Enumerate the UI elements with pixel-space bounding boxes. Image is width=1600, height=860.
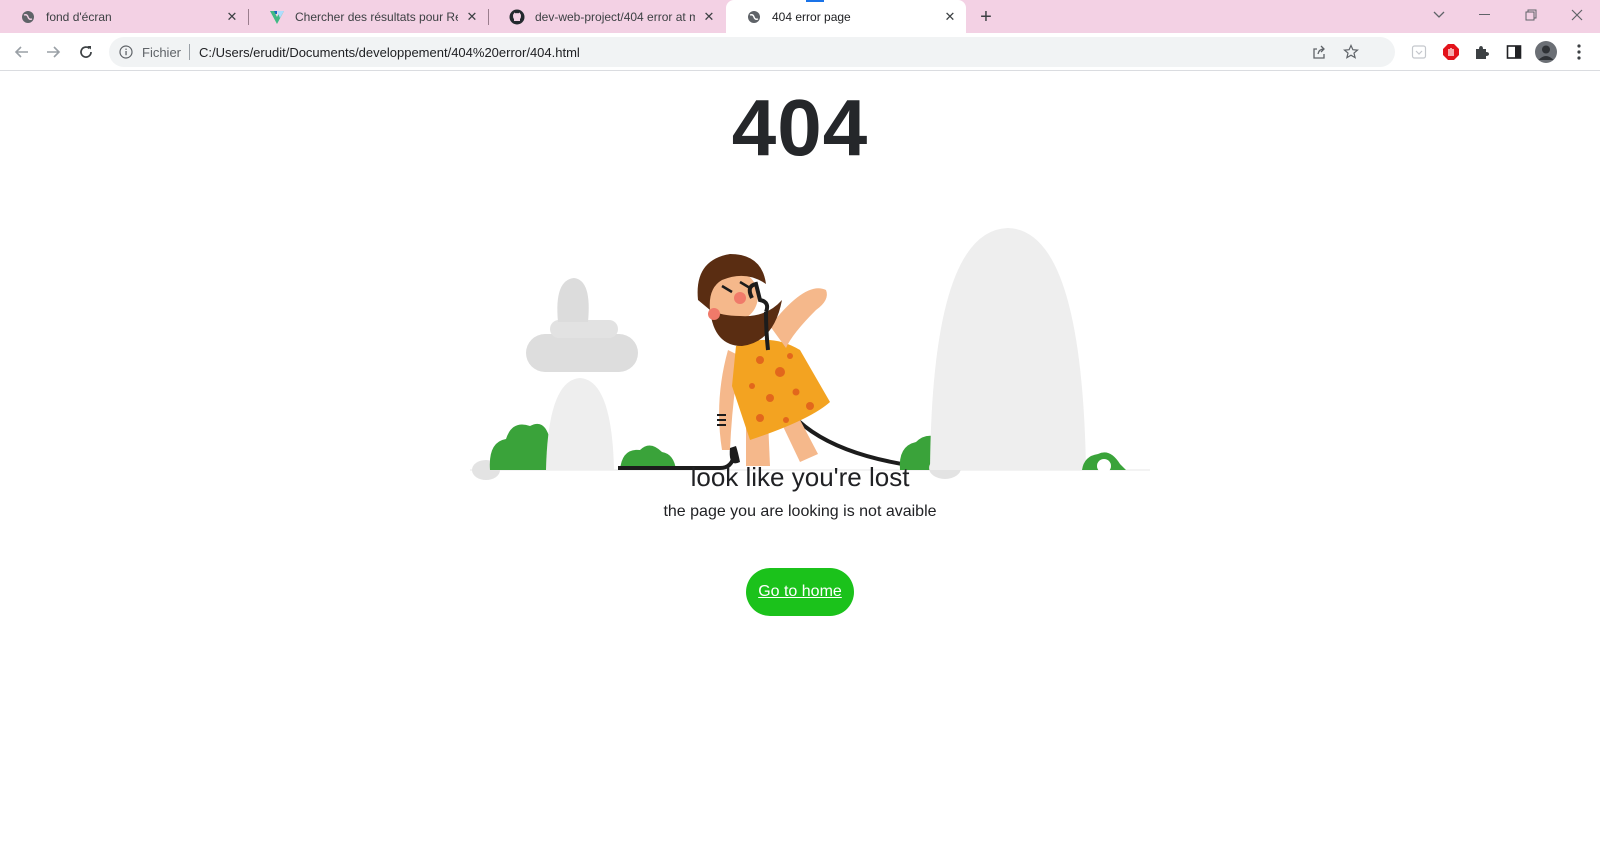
caveman-illustration [470, 228, 1150, 480]
more-menu-icon[interactable] [1570, 43, 1588, 61]
tab-title: dev-web-project/404 error at ma [535, 9, 695, 24]
tab-fond-ecran[interactable]: fond d'écran ✕ [0, 0, 248, 33]
bookmark-star-icon[interactable] [1343, 44, 1359, 60]
close-window-icon[interactable] [1554, 0, 1600, 30]
globe-icon [20, 9, 36, 25]
not-available-message: the page you are looking is not avaible [663, 503, 937, 520]
github-icon [509, 9, 525, 25]
adblock-icon[interactable] [1442, 43, 1460, 61]
forward-arrow-icon[interactable] [40, 39, 66, 65]
info-icon[interactable] [118, 44, 134, 60]
back-arrow-icon[interactable] [9, 39, 35, 65]
restore-icon[interactable] [1508, 0, 1554, 30]
go-to-home-button[interactable]: Go to home [746, 568, 854, 616]
tab-title: fond d'écran [46, 9, 112, 24]
lost-heading: look like you're lost [690, 462, 910, 492]
browser-toolbar: Fichier C:/Users/erudit/Documents/develo… [0, 33, 1600, 71]
tab-404-error-page[interactable]: 404 error page ✕ [726, 0, 966, 33]
tab-github[interactable]: dev-web-project/404 error at ma ✕ [489, 0, 725, 33]
close-tab-icon[interactable]: ✕ [224, 9, 240, 25]
vuetify-icon [269, 9, 285, 25]
close-tab-icon[interactable]: ✕ [942, 9, 958, 25]
globe-icon [746, 9, 762, 25]
close-tab-icon[interactable]: ✕ [701, 9, 717, 25]
tab-chercher[interactable]: Chercher des résultats pour Rect ✕ [249, 0, 488, 33]
minimize-icon[interactable] [1462, 0, 1508, 30]
tab-title: 404 error page [772, 9, 851, 24]
extension-pocket-icon[interactable] [1410, 43, 1428, 61]
tab-search-chevron-icon[interactable] [1416, 0, 1462, 30]
tab-title: Chercher des résultats pour Rect [295, 9, 458, 24]
reload-icon[interactable] [73, 39, 99, 65]
address-bar[interactable]: Fichier C:/Users/erudit/Documents/develo… [109, 37, 1395, 67]
side-panel-icon[interactable] [1505, 43, 1523, 61]
new-tab-button[interactable]: + [975, 6, 997, 28]
profile-avatar[interactable] [1535, 41, 1557, 63]
address-divider [189, 44, 191, 60]
page-content: 404 look like you're lost the page you a… [0, 72, 1600, 860]
extensions-puzzle-icon[interactable] [1473, 43, 1491, 61]
file-scheme-label: Fichier [142, 44, 182, 60]
url-text[interactable]: C:/Users/erudit/Documents/developpement/… [199, 45, 580, 60]
close-tab-icon[interactable]: ✕ [464, 9, 480, 25]
tab-strip: fond d'écran ✕ Chercher des résultats po… [0, 0, 1600, 33]
tab-loading-indicator [806, 0, 824, 2]
share-icon[interactable] [1311, 44, 1327, 60]
